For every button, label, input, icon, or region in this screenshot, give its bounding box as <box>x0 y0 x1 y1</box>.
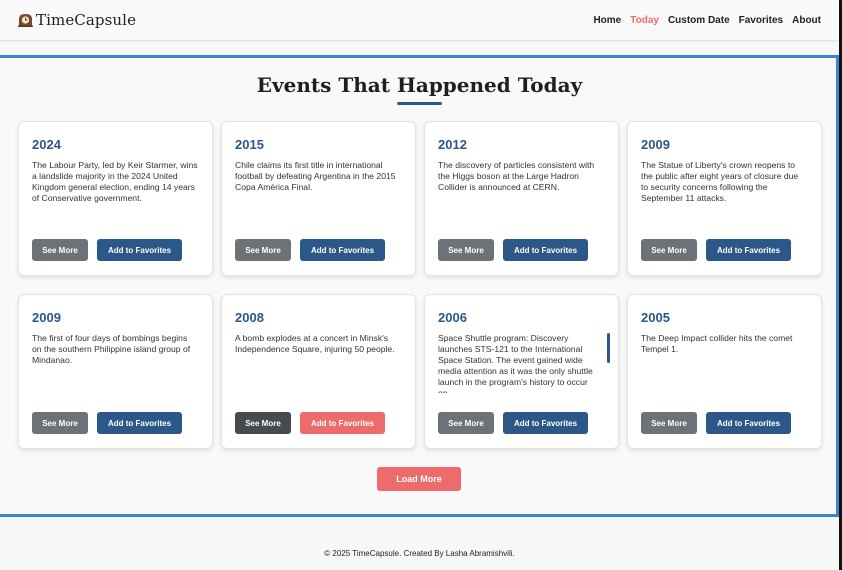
logo-text: TimeCapsule <box>36 11 137 29</box>
nav-about[interactable]: About <box>792 15 821 26</box>
see-more-button[interactable]: See More <box>438 412 494 434</box>
event-card: 2009 The Statue of Liberty's crown reope… <box>627 121 822 276</box>
event-card: 2012 The discovery of particles consiste… <box>424 121 619 276</box>
see-more-button[interactable]: See More <box>32 412 88 434</box>
nav-favorites[interactable]: Favorites <box>739 15 783 26</box>
event-card: 2006 Space Shuttle program: Discovery la… <box>424 294 619 449</box>
event-year: 2006 <box>438 310 467 325</box>
event-year: 2008 <box>235 310 264 325</box>
mantel-clock-icon <box>18 14 33 27</box>
event-year: 2009 <box>32 310 61 325</box>
load-more-button[interactable]: Load More <box>377 467 461 491</box>
description-scrollbar[interactable] <box>607 333 610 363</box>
event-card: 2005 The Deep Impact collider hits the c… <box>627 294 822 449</box>
add-to-favorites-button[interactable]: Add to Favorites <box>503 412 588 434</box>
title-underline <box>397 102 442 105</box>
section-title: Events That Happened Today <box>256 73 583 97</box>
event-card: 2008 A bomb explodes at a concert in Min… <box>221 294 416 449</box>
event-year: 2015 <box>235 137 264 152</box>
see-more-button[interactable]: See More <box>235 239 291 261</box>
add-to-favorites-button[interactable]: Add to Favorites <box>706 239 791 261</box>
event-year: 2005 <box>641 310 670 325</box>
event-year: 2024 <box>32 137 61 152</box>
event-description[interactable]: Space Shuttle program: Discovery launche… <box>438 333 598 393</box>
event-description: Chile claims its first title in internat… <box>235 160 396 192</box>
nav-home[interactable]: Home <box>593 15 621 26</box>
event-card: 2009 The first of four days of bombings … <box>18 294 213 449</box>
event-year: 2009 <box>641 137 670 152</box>
see-more-button[interactable]: See More <box>235 412 291 434</box>
events-section: Events That Happened Today 2024 The Labo… <box>0 55 839 517</box>
add-to-favorites-button[interactable]: Add to Favorites <box>503 239 588 261</box>
add-to-favorites-button[interactable]: Add to Favorites <box>300 412 385 434</box>
event-card: 2024 The Labour Party, led by Keir Starm… <box>18 121 213 276</box>
event-card: 2015 Chile claims its first title in int… <box>221 121 416 276</box>
logo[interactable]: TimeCapsule <box>18 11 136 29</box>
nav-custom-date[interactable]: Custom Date <box>668 15 730 26</box>
event-description: The discovery of particles consistent wi… <box>438 160 595 192</box>
nav-today[interactable]: Today <box>630 15 659 26</box>
see-more-button[interactable]: See More <box>641 239 697 261</box>
add-to-favorites-button[interactable]: Add to Favorites <box>706 412 791 434</box>
site-header: TimeCapsule Home Today Custom Date Favor… <box>0 0 839 41</box>
event-description: The first of four days of bombings begin… <box>32 333 191 365</box>
add-to-favorites-button[interactable]: Add to Favorites <box>97 239 182 261</box>
main-nav: Home Today Custom Date Favorites About <box>584 15 821 26</box>
event-year: 2012 <box>438 137 467 152</box>
add-to-favorites-button[interactable]: Add to Favorites <box>300 239 385 261</box>
event-description: The Deep Impact collider hits the comet … <box>641 333 793 354</box>
add-to-favorites-button[interactable]: Add to Favorites <box>97 412 182 434</box>
event-description: The Statue of Liberty's crown reopens to… <box>641 160 799 203</box>
see-more-button[interactable]: See More <box>641 412 697 434</box>
see-more-button[interactable]: See More <box>438 239 494 261</box>
see-more-button[interactable]: See More <box>32 239 88 261</box>
footer-text: © 2025 TimeCapsule. Created By Lasha Abr… <box>324 549 515 558</box>
event-description: A bomb explodes at a concert in Minsk's … <box>235 333 395 354</box>
event-description: The Labour Party, led by Keir Starmer, w… <box>32 160 198 203</box>
